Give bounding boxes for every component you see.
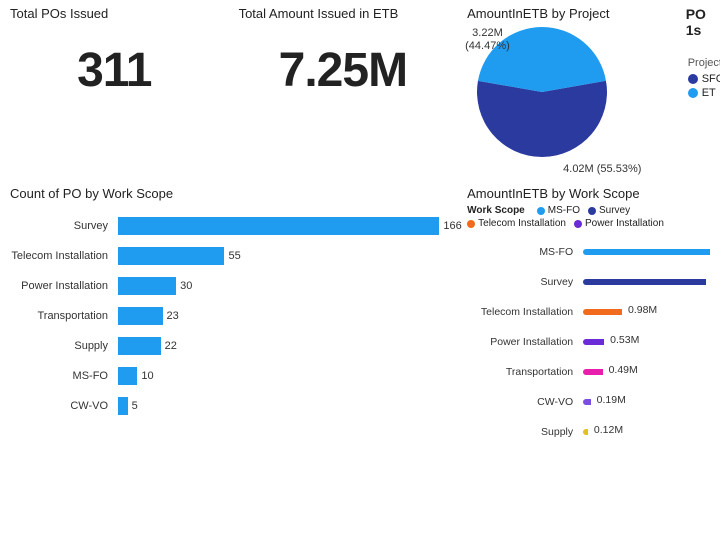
bar-row: Transportation 0.49M — [467, 357, 710, 387]
legend-swatch — [537, 207, 545, 215]
bar-fill[interactable] — [118, 397, 128, 415]
amount-bars-legend: Work Scope MS-FO Survey Telecom Installatio… — [467, 205, 710, 229]
bar-fill[interactable] — [583, 429, 588, 435]
kpi-total-pos: Total POs Issued 311 — [0, 0, 229, 180]
legend-label: MS-FO — [548, 205, 580, 216]
bar-fill[interactable] — [583, 249, 710, 255]
bar-row: Supply 0.12M — [467, 417, 710, 447]
legend-item[interactable]: MS-FO — [537, 205, 580, 216]
kpi-total-amount-title: Total Amount Issued in ETB — [239, 6, 448, 21]
bar-fill[interactable] — [118, 337, 161, 355]
bar-category: Transportation — [467, 366, 577, 378]
bar-row: Power Installation 0.53M — [467, 327, 710, 357]
bar-row: Survey 166 — [10, 211, 447, 241]
count-bars-title: Count of PO by Work Scope — [10, 186, 447, 201]
bar-category: MS-FO — [10, 370, 112, 382]
bar-row: Telecom Installation 55 — [10, 241, 447, 271]
bar-value: 0.19M — [597, 394, 626, 406]
bar-row: CW-VO 5 — [10, 391, 447, 421]
bar-fill[interactable] — [118, 307, 163, 325]
legend-swatch — [467, 220, 475, 228]
bar-row: Supply 22 — [10, 331, 447, 361]
cutoff-line2: 1s — [686, 22, 710, 38]
amount-bars: MS-FO Survey Telecom Installation 0.98M … — [467, 237, 710, 447]
legend-item[interactable]: Telecom Installation — [467, 218, 566, 229]
bar-fill[interactable] — [583, 279, 706, 285]
bar-category: Telecom Installation — [467, 306, 577, 318]
bar-fill[interactable] — [118, 277, 176, 295]
bar-fill[interactable] — [583, 309, 622, 315]
pie-slice-label-et: 3.22M (44.47%) — [465, 27, 510, 53]
amount-bars-tile: AmountInETB by Work Scope Work Scope MS-F… — [457, 180, 720, 540]
legend-label: Power Installation — [585, 218, 664, 229]
bar-category: Power Installation — [10, 280, 112, 292]
bar-category: MS-FO — [467, 246, 577, 258]
bar-category: CW-VO — [467, 396, 577, 408]
bar-value: 0.12M — [594, 424, 623, 436]
bar-value: 0.49M — [609, 364, 638, 376]
legend-swatch — [588, 207, 596, 215]
count-bars-tile: Count of PO by Work Scope Survey 166 Tel… — [0, 180, 457, 540]
bar-fill[interactable] — [118, 367, 137, 385]
bar-fill[interactable] — [118, 247, 224, 265]
bar-category: Survey — [10, 220, 112, 232]
legend-item[interactable]: Survey — [588, 205, 630, 216]
legend-label: Telecom Installation — [478, 218, 566, 229]
kpi-total-amount-value: 7.25M — [239, 43, 448, 98]
kpi-total-pos-value: 311 — [10, 43, 219, 98]
bar-category: Survey — [467, 276, 577, 288]
kpi-total-pos-title: Total POs Issued — [10, 6, 219, 21]
bar-fill[interactable] — [583, 369, 602, 375]
bar-row: Survey — [467, 267, 710, 297]
bar-row: MS-FO 10 — [10, 361, 447, 391]
bar-fill[interactable] — [583, 399, 591, 405]
bar-value: 23 — [167, 307, 179, 325]
bar-value: 10 — [141, 367, 153, 385]
bar-category: Telecom Installation — [10, 250, 112, 262]
bar-row: MS-FO — [467, 237, 710, 267]
bar-value: 0.98M — [628, 304, 657, 316]
bar-row: Power Installation 30 — [10, 271, 447, 301]
legend-swatch — [574, 220, 582, 228]
bar-row: Telecom Installation 0.98M — [467, 297, 710, 327]
pie-title: AmountInETB by Project — [467, 6, 676, 21]
bar-category: Power Installation — [467, 336, 577, 348]
bar-value: 5 — [132, 397, 138, 415]
bar-row: CW-VO 0.19M — [467, 387, 710, 417]
kpi-total-amount: Total Amount Issued in ETB 7.25M — [229, 0, 458, 180]
amount-bars-title: AmountInETB by Work Scope — [467, 186, 710, 201]
bar-value: 22 — [165, 337, 177, 355]
bar-row: Transportation 23 — [10, 301, 447, 331]
bar-value: 30 — [180, 277, 192, 295]
legend-title: Work Scope — [467, 205, 525, 216]
cutoff-tile: PO 1s — [686, 0, 720, 180]
pie-slice-label-sfc: 4.02M (55.53%) — [563, 163, 641, 176]
cutoff-line1: PO — [686, 6, 710, 22]
bar-category: Transportation — [10, 310, 112, 322]
bar-value: 0.53M — [610, 334, 639, 346]
legend-label: Survey — [599, 205, 630, 216]
pie-chart: AmountInETB by Project 4.02M (55.53%) 3.… — [457, 0, 686, 180]
bar-category: CW-VO — [10, 400, 112, 412]
bar-value: 55 — [228, 247, 240, 265]
bar-category: Supply — [467, 426, 577, 438]
count-bars: Survey 166 Telecom Installation 55 Power… — [10, 211, 447, 421]
legend-item[interactable]: Power Installation — [574, 218, 664, 229]
bar-category: Supply — [10, 340, 112, 352]
bar-fill[interactable] — [583, 339, 604, 345]
bar-fill[interactable] — [118, 217, 439, 235]
